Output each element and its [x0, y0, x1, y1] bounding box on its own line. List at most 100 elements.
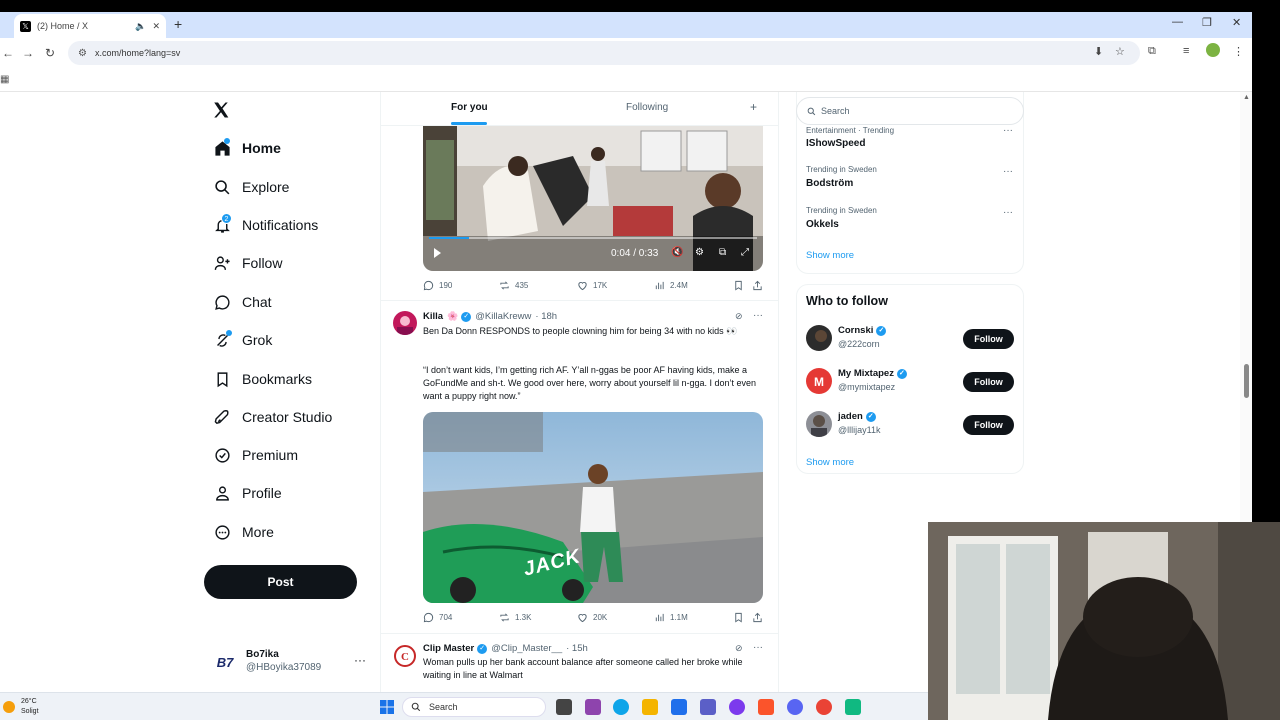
- tweet-author-handle[interactable]: @Clip_Master__: [491, 643, 562, 654]
- nav-bookmarks[interactable]: Bookmarks: [212, 366, 312, 392]
- tweet-author-name[interactable]: Killa: [423, 311, 443, 322]
- site-info-icon[interactable]: ⚙: [78, 48, 87, 59]
- avatar[interactable]: [806, 411, 832, 437]
- bookmark-star-icon[interactable]: ☆: [1115, 45, 1125, 58]
- discord-icon[interactable]: [787, 699, 803, 715]
- like-button[interactable]: 20K: [577, 612, 607, 623]
- tweet-video[interactable]: JACK: [423, 412, 763, 603]
- microsoft-store-icon[interactable]: [671, 699, 687, 715]
- app-icon-3[interactable]: [845, 699, 861, 715]
- browser-menu-icon[interactable]: ⋮: [1233, 45, 1244, 58]
- avatar[interactable]: C: [393, 644, 417, 668]
- suggested-account-name[interactable]: My Mixtapez ✓: [838, 368, 907, 379]
- repost-button[interactable]: 435: [499, 280, 528, 291]
- profile-avatar-icon[interactable]: [1206, 43, 1220, 57]
- mute-icon[interactable]: 🔇: [671, 247, 683, 258]
- apps-grid-icon[interactable]: ▦: [0, 74, 9, 85]
- fullscreen-icon[interactable]: ⤢: [741, 247, 749, 258]
- add-tab-icon[interactable]: +: [750, 100, 757, 114]
- like-button[interactable]: 17K: [577, 280, 607, 291]
- brave-browser-icon[interactable]: [758, 699, 774, 715]
- extensions-icon[interactable]: ⧉: [1148, 45, 1156, 58]
- scrollbar-thumb[interactable]: [1244, 364, 1249, 398]
- browser-tab[interactable]: 𝕏 (2) Home / X 🔈 ✕: [14, 14, 166, 38]
- sun-weather-icon[interactable]: [3, 701, 15, 713]
- nav-follow[interactable]: Follow: [212, 250, 282, 276]
- close-tab-icon[interactable]: ✕: [152, 21, 160, 32]
- address-bar[interactable]: ⚙ x.com/home?lang=sv: [68, 41, 1140, 65]
- nav-chat[interactable]: Chat: [212, 289, 272, 315]
- follow-button[interactable]: Follow: [963, 372, 1014, 392]
- picture-in-picture-icon[interactable]: ⧉: [719, 247, 726, 258]
- avatar[interactable]: [806, 325, 832, 351]
- tab-for-you[interactable]: For you: [451, 102, 488, 113]
- taskbar-search-input[interactable]: Search: [402, 697, 546, 717]
- account-switcher[interactable]: B7 Bo7ika @HBoyika37089 ···: [212, 649, 372, 683]
- bookmark-tweet-icon[interactable]: [733, 280, 749, 291]
- avatar[interactable]: [393, 311, 417, 335]
- nav-premium[interactable]: Premium: [212, 442, 298, 468]
- tweet-time[interactable]: · 18h: [535, 311, 557, 322]
- post-button[interactable]: Post: [204, 565, 357, 599]
- windows-start-icon[interactable]: [380, 700, 394, 714]
- tab-following[interactable]: Following: [626, 102, 668, 113]
- x-logo-icon[interactable]: [212, 101, 230, 119]
- settings-icon[interactable]: ⚙: [695, 247, 704, 258]
- tweet-author-name[interactable]: Clip Master: [423, 643, 474, 654]
- nav-explore[interactable]: Explore: [212, 174, 289, 200]
- teams-icon[interactable]: [700, 699, 716, 715]
- media-controls-icon[interactable]: ≡: [1183, 45, 1189, 57]
- reply-button[interactable]: 190: [423, 280, 452, 291]
- file-explorer-icon[interactable]: [642, 699, 658, 715]
- trend-item[interactable]: Bodström: [806, 178, 853, 189]
- share-icon[interactable]: [752, 280, 768, 291]
- forward-icon[interactable]: →: [22, 46, 34, 60]
- app-icon-1[interactable]: [585, 699, 601, 715]
- trend-item[interactable]: Okkels: [806, 219, 839, 230]
- chrome-browser-icon[interactable]: [816, 699, 832, 715]
- minimize-icon[interactable]: —: [1172, 16, 1183, 28]
- more-dots-icon[interactable]: ···: [1003, 166, 1013, 177]
- tweet-video[interactable]: 0:04 / 0:33 🔇 ⚙ ⧉ ⤢: [423, 126, 763, 271]
- nav-profile[interactable]: Profile: [212, 480, 282, 506]
- avatar[interactable]: M: [806, 368, 832, 394]
- show-more-link[interactable]: Show more: [806, 250, 854, 261]
- edge-browser-icon[interactable]: [613, 699, 629, 715]
- grok-explain-icon[interactable]: ⊘: [735, 311, 743, 322]
- tweet-author-handle[interactable]: @KillaKreww: [475, 311, 531, 322]
- scroll-up-icon[interactable]: ▲: [1243, 94, 1250, 101]
- restore-icon[interactable]: ❐: [1202, 16, 1212, 29]
- follow-button[interactable]: Follow: [963, 329, 1014, 349]
- more-dots-icon[interactable]: ···: [354, 653, 366, 667]
- search-input[interactable]: Search: [796, 97, 1024, 125]
- more-dots-icon[interactable]: ···: [1003, 125, 1013, 136]
- nav-more[interactable]: More: [212, 519, 274, 545]
- reload-icon[interactable]: ↻: [45, 46, 55, 60]
- tweet-time[interactable]: · 15h: [566, 643, 588, 654]
- suggested-account-name[interactable]: jaden ✓: [838, 411, 876, 422]
- nav-home[interactable]: Home: [212, 135, 281, 161]
- new-tab-icon[interactable]: +: [174, 16, 182, 32]
- share-icon[interactable]: [752, 612, 768, 623]
- views-button[interactable]: 1.1M: [654, 612, 688, 623]
- bookmark-tweet-icon[interactable]: [733, 612, 749, 623]
- more-dots-icon[interactable]: ···: [753, 642, 763, 653]
- grok-explain-icon[interactable]: ⊘: [735, 643, 743, 654]
- close-window-icon[interactable]: ✕: [1232, 16, 1241, 29]
- follow-button[interactable]: Follow: [963, 415, 1014, 435]
- back-icon[interactable]: ←: [2, 46, 14, 60]
- install-app-icon[interactable]: ⬇: [1094, 45, 1103, 58]
- reply-button[interactable]: 704: [423, 612, 452, 623]
- app-icon-2[interactable]: [729, 699, 745, 715]
- suggested-account-name[interactable]: Cornski ✓: [838, 325, 887, 336]
- speaker-icon[interactable]: 🔈: [135, 21, 146, 32]
- nav-grok[interactable]: Grok: [212, 327, 272, 353]
- more-dots-icon[interactable]: ···: [753, 310, 763, 321]
- more-dots-icon[interactable]: ···: [1003, 207, 1013, 218]
- nav-creator-studio[interactable]: Creator Studio: [212, 404, 332, 430]
- show-more-link[interactable]: Show more: [806, 457, 854, 468]
- repost-button[interactable]: 1.3K: [499, 612, 531, 623]
- trend-item[interactable]: IShowSpeed: [806, 138, 865, 149]
- views-button[interactable]: 2.4M: [654, 280, 688, 291]
- task-view-icon[interactable]: [556, 699, 572, 715]
